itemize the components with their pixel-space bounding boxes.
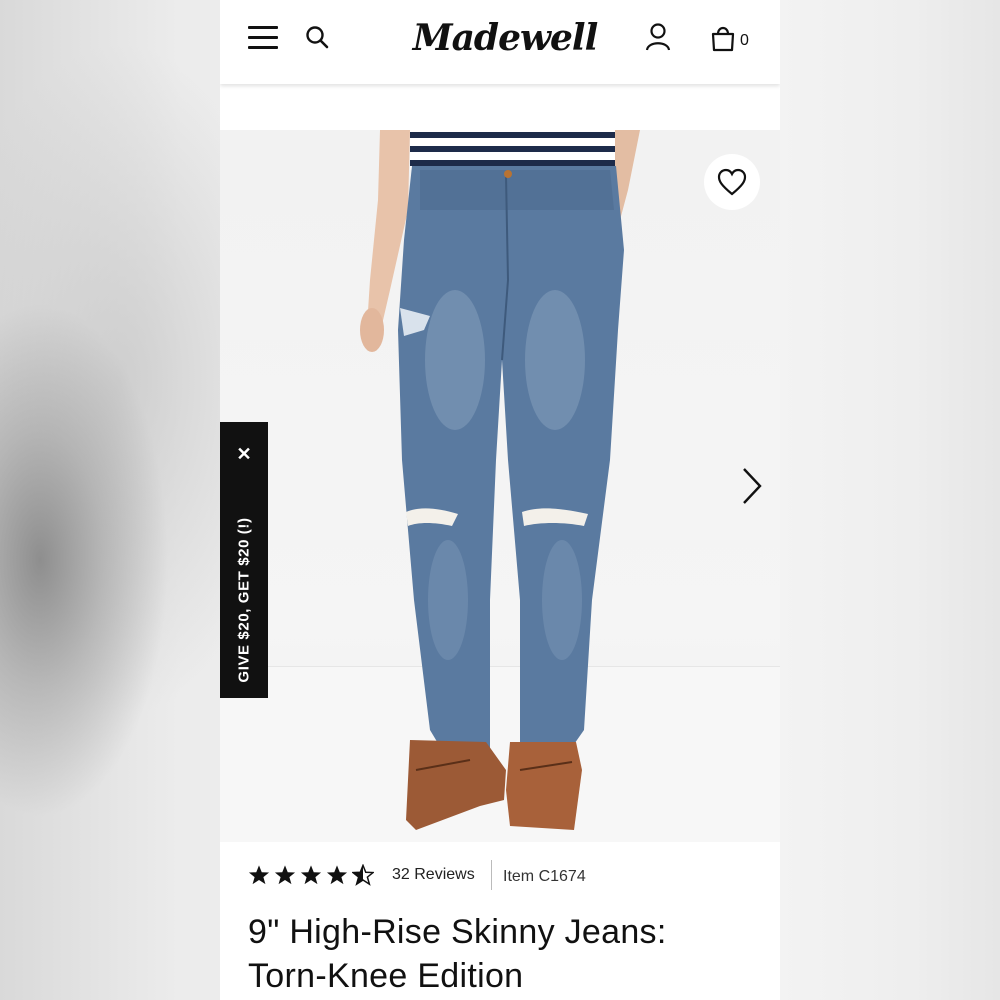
product-page: Madewell 0 ✕ GIVE $20, GET $20 (!) 32 Re… (220, 0, 780, 1000)
half-star-icon (352, 864, 374, 886)
product-title-line2: Torn-Knee Edition (248, 957, 524, 995)
product-title-line1: 9" High-Rise Skinny Jeans: (248, 913, 667, 951)
reviews-link[interactable]: 32 Reviews (392, 866, 475, 884)
product-info: 32 Reviews Item C1674 9" High-Rise Skinn… (220, 842, 780, 1000)
product-title: 9" High-Rise Skinny Jeans: Torn-Knee Edi… (248, 910, 768, 998)
menu-icon[interactable] (248, 24, 280, 52)
header-spacer (220, 84, 780, 130)
product-photo (360, 130, 640, 830)
star-icon (274, 865, 296, 885)
divider (491, 860, 492, 890)
wishlist-button[interactable] (704, 154, 760, 210)
search-icon[interactable] (304, 24, 332, 52)
site-header: Madewell 0 (220, 0, 780, 84)
referral-promo-tab[interactable]: ✕ GIVE $20, GET $20 (!) (220, 422, 268, 698)
star-icon (326, 865, 348, 885)
shopping-bag-icon[interactable] (710, 24, 736, 52)
item-number: Item C1674 (503, 868, 586, 885)
close-icon[interactable]: ✕ (232, 442, 256, 466)
promo-label: GIVE $20, GET $20 (!) (235, 517, 253, 683)
account-icon[interactable] (644, 22, 672, 52)
bag-count: 0 (740, 32, 749, 49)
star-icon (248, 865, 270, 885)
star-icon (300, 865, 322, 885)
star-rating[interactable] (248, 864, 374, 886)
brand-logo[interactable]: Madewell (410, 10, 600, 66)
product-image-carousel[interactable]: ✕ GIVE $20, GET $20 (!) (220, 130, 780, 842)
heart-icon (717, 168, 747, 196)
blurred-backdrop-right (780, 0, 1000, 1000)
chevron-right-icon[interactable] (738, 466, 766, 506)
